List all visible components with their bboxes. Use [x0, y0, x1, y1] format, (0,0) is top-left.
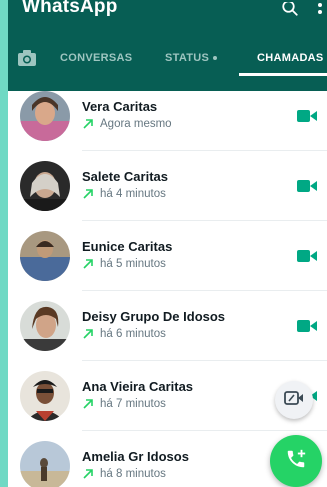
- call-info: há 8 minutos: [82, 468, 166, 480]
- camera-icon[interactable]: [18, 50, 36, 66]
- call-time: há 7 minutos: [100, 398, 166, 410]
- call-made-icon: [82, 188, 94, 200]
- call-link-icon: [284, 390, 304, 411]
- phone-screen: WhatsApp CONVERSAS STATUS CHAMADAS Vera …: [8, 0, 327, 487]
- call-info: há 4 minutos: [82, 188, 166, 200]
- call-time: há 4 minutos: [100, 188, 166, 200]
- contact-name: Amelia Gr Idosos: [82, 449, 189, 464]
- avatar: [20, 301, 70, 351]
- tab-status[interactable]: STATUS: [165, 52, 218, 64]
- contact-name: Deisy Grupo De Idosos: [82, 309, 226, 324]
- call-made-icon: [82, 398, 94, 410]
- call-made-icon: [82, 258, 94, 270]
- call-made-icon: [82, 468, 94, 480]
- call-time: há 8 minutos: [100, 468, 166, 480]
- call-info: Agora mesmo: [82, 118, 172, 130]
- active-tab-indicator: [239, 73, 327, 76]
- tab-conversas[interactable]: CONVERSAS: [60, 52, 132, 64]
- videocam-icon[interactable]: [297, 179, 317, 193]
- call-info: há 6 minutos: [82, 328, 166, 340]
- call-info: há 5 minutos: [82, 258, 166, 270]
- avatar: [20, 91, 70, 141]
- tab-status-label: STATUS: [165, 52, 210, 64]
- tab-chamadas[interactable]: CHAMADAS: [257, 52, 324, 64]
- avatar: [20, 231, 70, 281]
- videocam-icon[interactable]: [297, 109, 317, 123]
- more-vert-icon[interactable]: [317, 2, 323, 20]
- call-row[interactable]: Eunice Caritas há 5 minutos: [8, 221, 327, 291]
- call-row[interactable]: Salete Caritas há 4 minutos: [8, 151, 327, 221]
- app-header: WhatsApp CONVERSAS STATUS CHAMADAS: [8, 0, 327, 91]
- call-time: Agora mesmo: [100, 118, 172, 130]
- contact-name: Vera Caritas: [82, 99, 158, 114]
- avatar: [20, 371, 70, 421]
- new-call-button[interactable]: [270, 435, 322, 487]
- status-update-dot: [213, 56, 218, 60]
- call-row[interactable]: Vera Caritas Agora mesmo: [8, 81, 327, 151]
- videocam-icon[interactable]: [297, 249, 317, 263]
- call-link-button[interactable]: [275, 381, 313, 419]
- contact-name: Eunice Caritas: [82, 239, 173, 254]
- avatar: [20, 441, 70, 487]
- add-call-icon: [285, 448, 307, 475]
- call-made-icon: [82, 118, 94, 130]
- contact-name: Ana Vieira Caritas: [82, 379, 194, 394]
- contact-name: Salete Caritas: [82, 169, 168, 184]
- avatar: [20, 161, 70, 211]
- call-row[interactable]: Deisy Grupo De Idosos há 6 minutos: [8, 291, 327, 361]
- tab-bar: CONVERSAS STATUS CHAMADAS: [8, 44, 327, 74]
- search-icon[interactable]: [281, 2, 299, 20]
- header-actions: [281, 0, 323, 22]
- call-time: há 6 minutos: [100, 328, 166, 340]
- call-time: há 5 minutos: [100, 258, 166, 270]
- app-title: WhatsApp: [22, 0, 118, 17]
- call-info: há 7 minutos: [82, 398, 166, 410]
- call-made-icon: [82, 328, 94, 340]
- videocam-icon[interactable]: [297, 319, 317, 333]
